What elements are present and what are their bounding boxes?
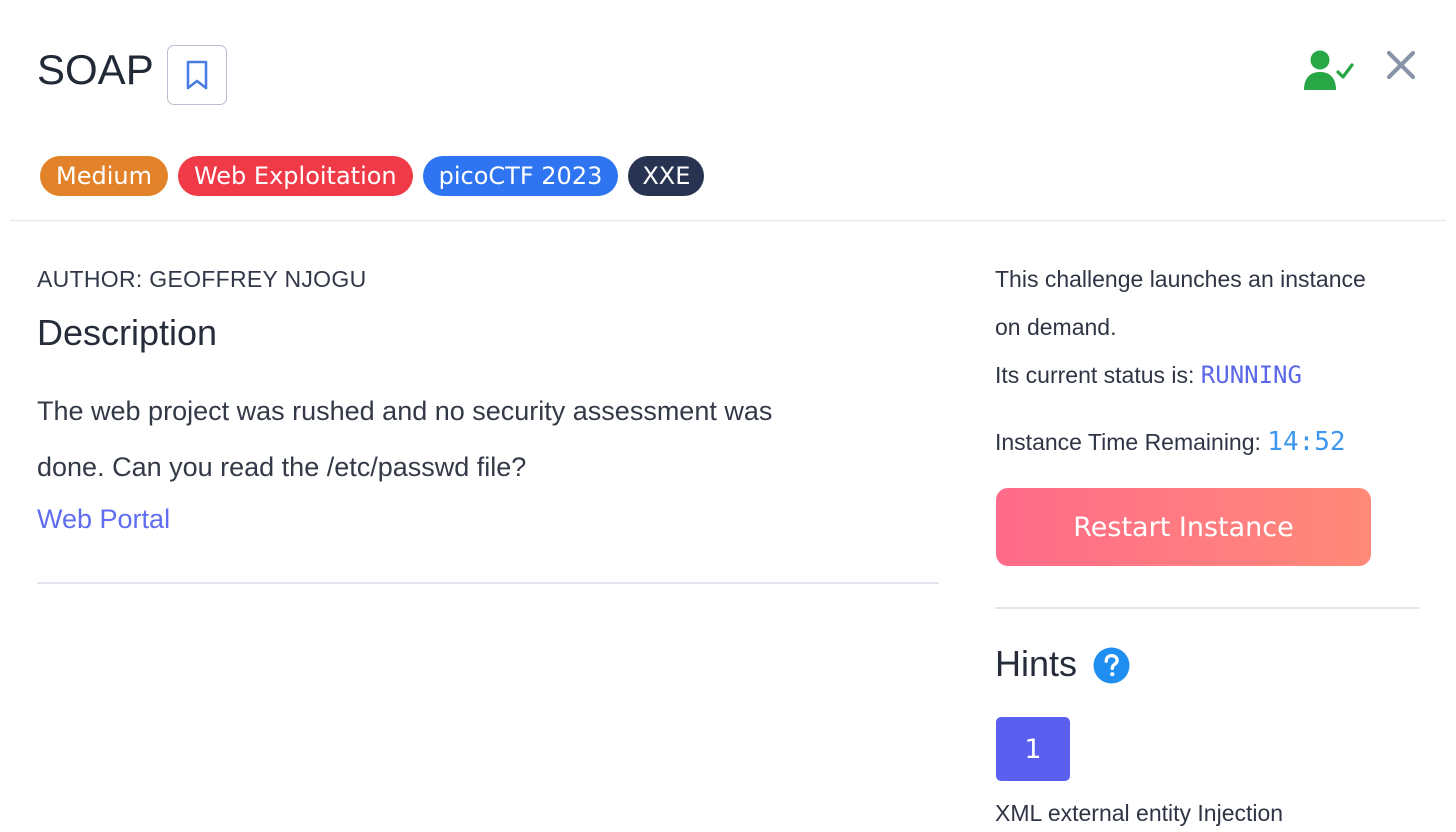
description-heading: Description: [37, 312, 218, 353]
instance-info-line: on demand.: [995, 314, 1117, 340]
user-check-icon[interactable]: [1302, 49, 1354, 91]
bookmark-icon: [186, 60, 208, 90]
instance-divider: [995, 607, 1419, 609]
hint-text: XML external entity Injection: [995, 800, 1284, 826]
close-icon[interactable]: [1384, 48, 1418, 82]
header-divider: [10, 220, 1446, 221]
tag-list: Medium Web Exploitation picoCTF 2023 XXE: [40, 156, 705, 196]
instance-info-line: This challenge launches an instance: [995, 266, 1366, 292]
instance-timer: Instance Time Remaining: 14:52: [995, 427, 1346, 457]
challenge-title: SOAP: [37, 46, 154, 93]
timer-value: 14:52: [1267, 427, 1346, 457]
description-divider: [37, 582, 939, 584]
description-text: The web project was rushed and no securi…: [37, 383, 937, 495]
instance-status: Its current status is: RUNNING: [995, 361, 1302, 389]
hint-tab-1[interactable]: 1: [996, 717, 1070, 781]
status-value: RUNNING: [1200, 361, 1302, 389]
author-label: AUTHOR: GEOFFREY NJOGU: [37, 266, 367, 292]
tag-topic[interactable]: XXE: [628, 156, 705, 196]
timer-label: Instance Time Remaining:: [995, 429, 1261, 455]
description-line: done. Can you read the /etc/passwd file?: [37, 452, 527, 482]
question-circle-icon[interactable]: [1093, 647, 1130, 684]
status-label: Its current status is:: [995, 362, 1195, 388]
description-line: The web project was rushed and no securi…: [37, 396, 773, 426]
restart-instance-button[interactable]: Restart Instance: [996, 488, 1371, 566]
bookmark-button[interactable]: [167, 45, 227, 105]
hints-heading: Hints: [995, 643, 1078, 684]
tag-event[interactable]: picoCTF 2023: [422, 156, 619, 196]
web-portal-link[interactable]: Web Portal: [37, 504, 170, 535]
tag-difficulty[interactable]: Medium: [40, 156, 168, 196]
tag-category[interactable]: Web Exploitation: [177, 156, 413, 196]
